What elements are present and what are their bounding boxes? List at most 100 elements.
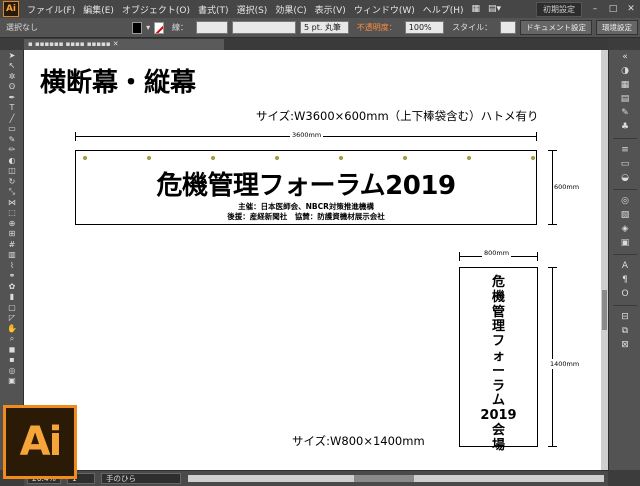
menu-object[interactable]: オブジェクト(O): [118, 3, 194, 16]
draw-mode-icon[interactable]: ◎: [0, 365, 24, 376]
gradient-tool-icon[interactable]: ▥: [0, 250, 24, 261]
workspace-switcher[interactable]: 初期設定: [536, 1, 582, 17]
scale-tool-icon[interactable]: ⤡: [0, 187, 24, 198]
vertical-height-label: 1400mm: [550, 359, 580, 369]
horizontal-banner[interactable]: 危機管理フォーラム2019 主催：日本医師会、NBCR対策推進機構 後援：産経新…: [75, 150, 537, 225]
selection-tool-icon[interactable]: ➤: [0, 50, 24, 61]
menu-select[interactable]: 選択(S): [233, 3, 272, 16]
dim-tick: [537, 252, 538, 261]
brushes-panel-icon[interactable]: ✎: [609, 106, 640, 120]
type-tool-icon[interactable]: T: [0, 103, 24, 114]
fill-dropdown-icon[interactable]: ▾: [144, 23, 152, 32]
app-logo-icon: Ai: [3, 1, 19, 17]
artboard-tool-icon[interactable]: ▢: [0, 302, 24, 313]
layers-panel-icon[interactable]: ◈: [609, 222, 640, 236]
fill-swatch[interactable]: [132, 21, 143, 34]
slice-tool-icon[interactable]: ◸: [0, 313, 24, 324]
lasso-tool-icon[interactable]: ʘ: [0, 82, 24, 93]
menu-edit[interactable]: 編集(E): [79, 3, 118, 16]
swatches-panel-icon[interactable]: ▤: [609, 92, 640, 106]
stroke-weight-input[interactable]: [195, 21, 228, 34]
gradient-panel-icon[interactable]: ▭: [609, 157, 640, 171]
rectangle-tool-icon[interactable]: ▭: [0, 124, 24, 135]
maximize-icon[interactable]: □: [606, 3, 620, 15]
free-transform-tool-icon[interactable]: ⬚: [0, 208, 24, 219]
brush-dropdown[interactable]: 5 pt. 丸筆: [299, 21, 349, 34]
grommet: [83, 156, 87, 160]
shape-builder-tool-icon[interactable]: ⊕: [0, 218, 24, 229]
artboard-canvas[interactable]: 横断幕・縦幕 サイズ:W3600×600mm（上下棒袋含む）ハトメ有り 3600…: [24, 50, 601, 470]
paintbrush-tool-icon[interactable]: ✎: [0, 134, 24, 145]
menu-type[interactable]: 書式(T): [194, 3, 233, 16]
scroll-thumb[interactable]: [602, 290, 607, 330]
screen-mode-icon[interactable]: ▣: [0, 376, 24, 387]
eraser-tool-icon[interactable]: ◫: [0, 166, 24, 177]
stroke-label[interactable]: 線：: [166, 22, 194, 33]
blend-tool-icon[interactable]: ⚭: [0, 271, 24, 282]
width-tool-icon[interactable]: ⋈: [0, 197, 24, 208]
horizontal-scrollbar[interactable]: [188, 475, 604, 482]
pen-tool-icon[interactable]: ✒: [0, 92, 24, 103]
artboards-panel-icon[interactable]: ▣: [609, 236, 640, 250]
hand-tool-icon[interactable]: ✋: [0, 323, 24, 334]
magic-wand-tool-icon[interactable]: ✲: [0, 71, 24, 82]
close-icon[interactable]: ✕: [624, 3, 638, 15]
minimize-icon[interactable]: –: [588, 3, 602, 15]
opentype-panel-icon[interactable]: O: [609, 287, 640, 301]
character-panel-icon[interactable]: A: [609, 259, 640, 273]
style-dropdown[interactable]: [500, 21, 516, 34]
section-title: 横断幕・縦幕: [40, 68, 197, 98]
grommet: [211, 156, 215, 160]
color-panel-icon[interactable]: ◑: [609, 64, 640, 78]
banner-main-text: 危機管理フォーラム2019: [156, 171, 456, 201]
document-setup-button[interactable]: ドキュメント設定: [519, 20, 592, 35]
color-mode-icon[interactable]: ▪: [0, 355, 24, 366]
height-dimension-label: 600mm: [553, 182, 581, 192]
blob-brush-tool-icon[interactable]: ◐: [0, 155, 24, 166]
eyedropper-tool-icon[interactable]: ⌇: [0, 260, 24, 271]
current-tool-status[interactable]: 手のひら: [101, 473, 181, 484]
line-tool-icon[interactable]: ╱: [0, 113, 24, 124]
preferences-button[interactable]: 環境設定: [595, 20, 638, 35]
bridge-icon[interactable]: ▦: [468, 4, 485, 14]
stroke-panel-icon[interactable]: ≡: [609, 143, 640, 157]
vertical-scrollbar[interactable]: [601, 50, 608, 470]
arrange-icon[interactable]: ▤▾: [484, 4, 505, 14]
symbols-panel-icon[interactable]: ♣: [609, 120, 640, 134]
graphic-styles-icon[interactable]: ▧: [609, 208, 640, 222]
vertical-banner[interactable]: 危 機 管 理 フ ォ ー ラ ム 2019 会 場: [459, 267, 538, 453]
paragraph-panel-icon[interactable]: ¶: [609, 273, 640, 287]
perspective-grid-tool-icon[interactable]: ⊞: [0, 229, 24, 240]
control-bar: 選択なし ▾ 線： 5 pt. 丸筆 不透明度： 100% スタイル： ドキュメ…: [0, 18, 640, 38]
document-tab-bar: ▪ ▪▪▪▪▪▪ ▪▪▪▪ ▪▪▪▪▪ ✕: [24, 38, 608, 50]
zoom-tool-icon[interactable]: ⌕: [0, 334, 24, 345]
fill-stroke-icon[interactable]: ◼: [0, 344, 24, 355]
menu-view[interactable]: 表示(V): [311, 3, 350, 16]
menu-file[interactable]: ファイル(F): [23, 3, 79, 16]
document-tab[interactable]: ▪ ▪▪▪▪▪▪ ▪▪▪▪ ▪▪▪▪▪ ✕: [24, 39, 224, 50]
scroll-thumb[interactable]: [354, 475, 415, 482]
symbol-sprayer-tool-icon[interactable]: ✿: [0, 281, 24, 292]
variable-width-dropdown[interactable]: [231, 21, 296, 34]
column-graph-tool-icon[interactable]: ▮: [0, 292, 24, 303]
width-dimension-label: 3600mm: [290, 131, 324, 139]
color-guide-icon[interactable]: ▦: [609, 78, 640, 92]
transform-panel-icon[interactable]: ⊠: [609, 338, 640, 352]
collapse-dock-icon[interactable]: «: [609, 50, 640, 64]
menu-help[interactable]: ヘルプ(H): [419, 3, 468, 16]
stroke-swatch[interactable]: [154, 21, 164, 34]
grommet: [275, 156, 279, 160]
align-panel-icon[interactable]: ⊟: [609, 310, 640, 324]
pathfinder-panel-icon[interactable]: ⧉: [609, 324, 640, 338]
vertical-char: ー: [491, 363, 505, 379]
menu-effect[interactable]: 効果(C): [271, 3, 310, 16]
mesh-tool-icon[interactable]: #: [0, 239, 24, 250]
opacity-label[interactable]: 不透明度：: [351, 22, 403, 33]
menu-window[interactable]: ウィンドウ(W): [350, 3, 419, 16]
opacity-input[interactable]: 100%: [404, 21, 445, 34]
pencil-tool-icon[interactable]: ✏: [0, 145, 24, 156]
appearance-panel-icon[interactable]: ◎: [609, 194, 640, 208]
transparency-panel-icon[interactable]: ◒: [609, 171, 640, 185]
rotate-tool-icon[interactable]: ↻: [0, 176, 24, 187]
direct-selection-tool-icon[interactable]: ↖: [0, 61, 24, 72]
